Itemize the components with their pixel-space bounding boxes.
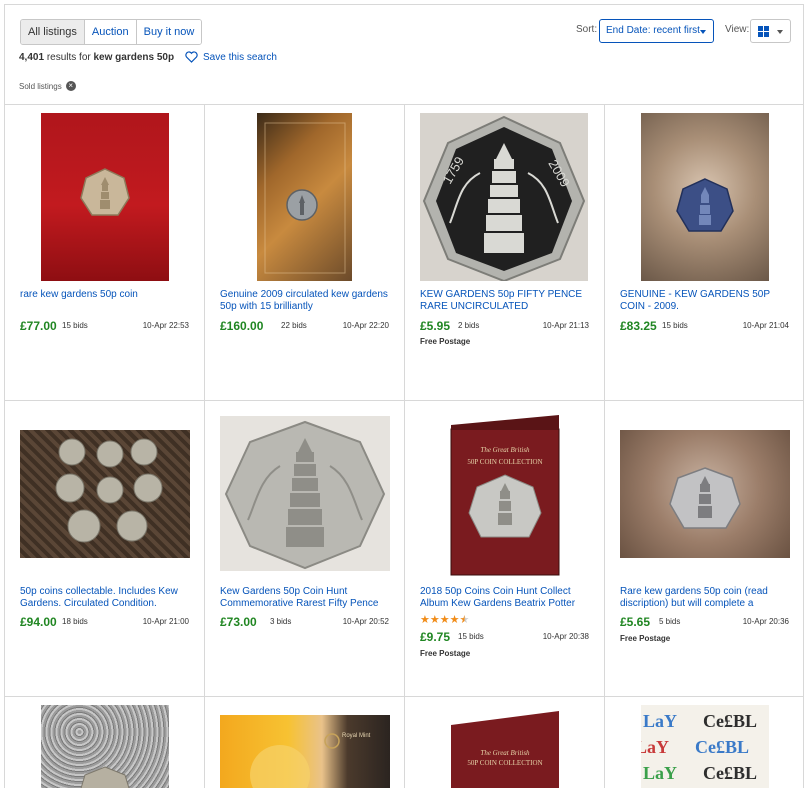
bid-count: 5 bids — [659, 617, 681, 626]
listing-price: £5.65 — [620, 615, 651, 629]
listing-card[interactable] — [5, 697, 204, 788]
star-icon: ★ — [420, 614, 430, 626]
end-date: 10-Apr 20:36 — [742, 617, 789, 626]
end-date: 10-Apr 20:52 — [342, 617, 389, 626]
star-half-icon: ★ — [459, 614, 470, 626]
listing-card[interactable]: Rare kew gardens 50p coin (read discript… — [605, 401, 803, 696]
listing-card[interactable]: The Great British 50P COIN COLLECTION 20… — [405, 401, 604, 696]
heart-icon — [185, 51, 198, 63]
listing-price: £160.00 — [220, 319, 264, 333]
free-postage-label: Free Postage — [620, 634, 671, 643]
bid-count: 2 bids — [458, 321, 480, 330]
listing-price: £73.00 — [220, 615, 257, 629]
free-postage-label: Free Postage — [420, 337, 471, 346]
listing-card[interactable]: 50p coins collectable. Includes Kew Gard… — [5, 401, 204, 696]
chevron-down-icon — [700, 30, 706, 34]
results-text: results for — [46, 52, 91, 63]
royal-mint-logo-text: Royal Mint — [342, 733, 371, 739]
svg-text:Ce£BL: Ce£BL — [703, 711, 757, 731]
bid-count: 18 bids — [62, 617, 88, 626]
listing-card[interactable]: Kew Gardens 50p Coin Hunt Commemorative … — [205, 401, 404, 696]
sort-value: End Date: recent first — [606, 25, 700, 36]
result-count-number: 4,401 — [19, 52, 45, 63]
grid-icon — [758, 26, 769, 37]
listing-image[interactable]: Royal Mint — [220, 715, 390, 788]
listing-price: £5.95 — [420, 319, 451, 333]
listing-image[interactable] — [41, 705, 169, 788]
svg-text:LaY: LaY — [643, 763, 677, 783]
listing-card[interactable]: LaY Ce£BL LaY Ce£BL LaY Ce£BL — [605, 697, 803, 788]
listing-image[interactable]: The Great British 50P COIN COLLECTION — [437, 705, 573, 788]
tab-buy-it-now[interactable]: Buy it now — [135, 20, 202, 44]
listing-image[interactable] — [41, 113, 169, 281]
listing-card[interactable]: GENUINE - KEW GARDENS 50P COIN - 2009. £… — [605, 104, 803, 400]
listing-card[interactable]: Royal Mint — [205, 697, 404, 788]
bid-count: 15 bids — [662, 321, 688, 330]
listing-image[interactable] — [257, 113, 352, 281]
listing-title[interactable]: 50p coins collectable. Includes Kew Gard… — [20, 586, 190, 610]
end-date: 10-Apr 22:20 — [342, 321, 389, 330]
free-postage-label: Free Postage — [420, 649, 471, 658]
star-icon: ★ — [449, 614, 460, 626]
listing-price: £83.25 — [620, 319, 657, 333]
listing-title[interactable]: KEW GARDENS 50p FIFTY PENCE RARE UNCIRCU… — [420, 289, 590, 313]
listing-image[interactable]: LaY Ce£BL LaY Ce£BL LaY Ce£BL — [641, 705, 769, 788]
star-icon: ★ — [439, 614, 450, 626]
end-date: 10-Apr 22:53 — [142, 321, 189, 330]
listing-card[interactable]: rare kew gardens 50p coin £77.00 15 bids… — [5, 104, 204, 400]
filter-chip-label: Sold listings — [19, 81, 62, 91]
listing-image[interactable] — [620, 430, 790, 558]
album-line2: 50P COIN COLLECTION — [467, 759, 542, 767]
listing-price: £77.00 — [20, 319, 57, 333]
listing-card[interactable]: 1759 2009 KEW GARDENS 50p FIFTY PENCE RA… — [405, 104, 604, 400]
listing-title[interactable]: GENUINE - KEW GARDENS 50P COIN - 2009. — [620, 289, 790, 313]
album-line1: The Great British — [480, 749, 530, 757]
end-date: 10-Apr 20:38 — [542, 632, 589, 641]
listing-price: £94.00 — [20, 615, 57, 629]
listing-title[interactable]: Genuine 2009 circulated kew gardens 50p … — [220, 289, 390, 313]
bid-count: 15 bids — [62, 321, 88, 330]
svg-text:Ce£BL: Ce£BL — [703, 763, 757, 783]
tab-all-listings[interactable]: All listings — [21, 20, 84, 44]
listing-image[interactable]: The Great British 50P COIN COLLECTION — [437, 409, 573, 579]
listing-type-tabs: All listings Auction Buy it now — [20, 19, 203, 45]
bid-count: 22 bids — [281, 321, 307, 330]
listing-image[interactable] — [20, 430, 190, 558]
tab-auction[interactable]: Auction — [83, 20, 136, 44]
view-dropdown[interactable] — [750, 19, 791, 43]
filter-chip-sold: Sold listings × — [19, 81, 76, 91]
bid-count: 3 bids — [270, 617, 292, 626]
chevron-down-icon — [777, 30, 783, 34]
sort-label: Sort: — [576, 24, 598, 35]
star-icon: ★ — [429, 614, 440, 626]
search-results-panel: All listings Auction Buy it now Sort: En… — [4, 4, 804, 788]
listing-image[interactable] — [641, 113, 769, 281]
listing-title[interactable]: Rare kew gardens 50p coin (read discript… — [620, 586, 790, 610]
view-label: View: — [725, 24, 750, 35]
save-search-label: Save this search — [203, 51, 277, 63]
svg-text:Ce£BL: Ce£BL — [695, 737, 749, 757]
listing-image[interactable]: 1759 2009 — [420, 113, 588, 283]
star-rating: ★★★★★ — [420, 613, 469, 626]
svg-text:LaY: LaY — [643, 711, 677, 731]
listing-image[interactable] — [220, 416, 390, 571]
listing-price: £9.75 — [420, 630, 451, 644]
listing-title[interactable]: Kew Gardens 50p Coin Hunt Commemorative … — [220, 586, 390, 610]
end-date: 10-Apr 21:00 — [142, 617, 189, 626]
album-line1: The Great British — [480, 446, 530, 454]
album-line2: 50P COIN COLLECTION — [467, 458, 542, 466]
listing-title[interactable]: rare kew gardens 50p coin — [20, 289, 190, 313]
close-icon[interactable]: × — [65, 81, 76, 91]
listing-title[interactable]: 2018 50p Coins Coin Hunt Collect Album K… — [420, 586, 590, 610]
bid-count: 15 bids — [458, 632, 484, 641]
end-date: 10-Apr 21:04 — [742, 321, 789, 330]
sort-dropdown[interactable]: End Date: recent first — [599, 19, 714, 43]
end-date: 10-Apr 21:13 — [542, 321, 589, 330]
save-search-link[interactable]: Save this search — [185, 51, 277, 63]
results-count: 4,401 results for kew gardens 50p — [19, 52, 174, 63]
svg-text:LaY: LaY — [641, 737, 669, 757]
search-query: kew gardens 50p — [93, 52, 175, 63]
listing-card[interactable]: The Great British 50P COIN COLLECTION — [405, 697, 604, 788]
listing-card[interactable]: Genuine 2009 circulated kew gardens 50p … — [205, 104, 404, 400]
